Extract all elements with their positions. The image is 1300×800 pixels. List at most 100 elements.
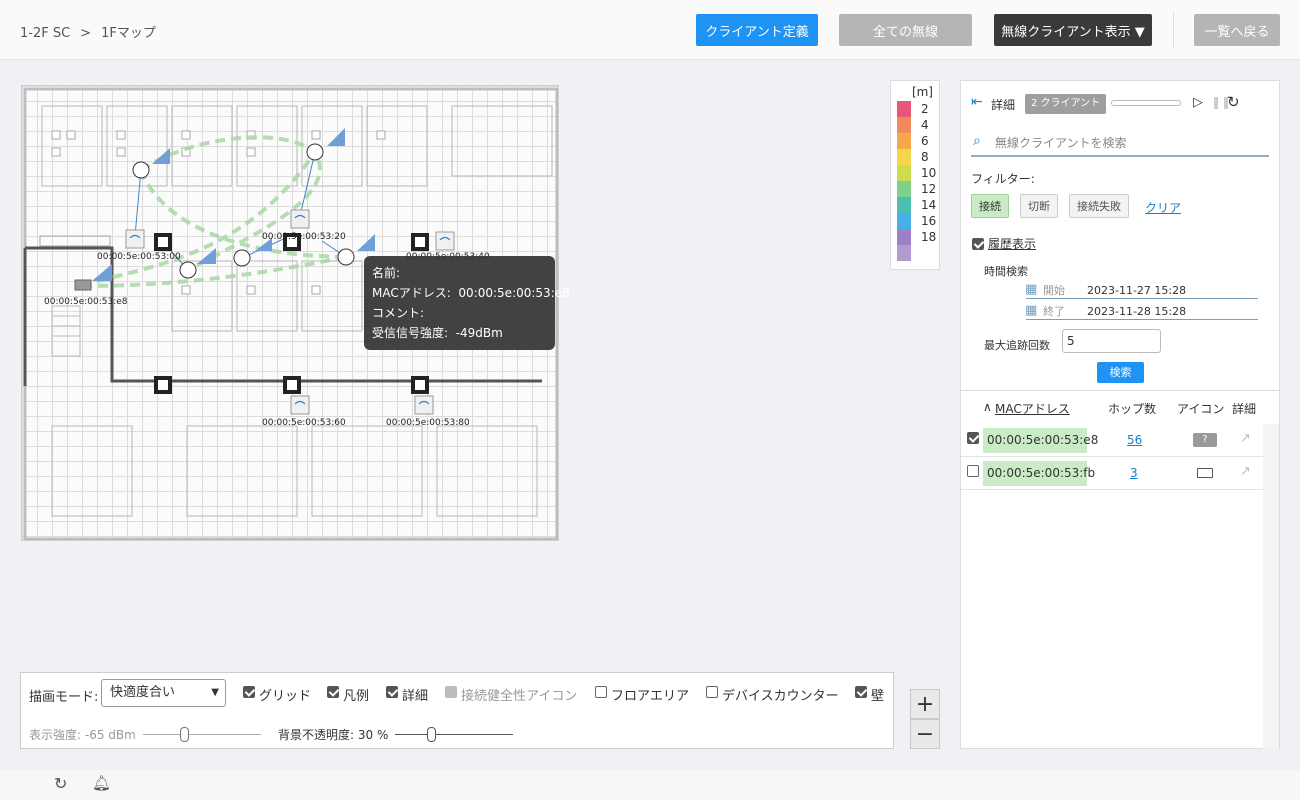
header-divider (1173, 12, 1174, 48)
legend-label: 18 (921, 230, 937, 244)
draw-mode-label: 描画モード: (29, 690, 99, 705)
legend-label: 14 (921, 198, 937, 212)
all-wireless-button[interactable]: 全ての無線 (839, 14, 972, 46)
client-count-badge: 2 クライアント (1025, 94, 1107, 114)
strength-slider-thumb[interactable] (180, 727, 189, 742)
grid-label[interactable]: グリッド (259, 685, 311, 704)
opacity-slider-track[interactable] (395, 734, 513, 735)
filter-label: フィルター: (971, 172, 1035, 186)
start-date-input[interactable]: 2023-11-27 15:28 (1087, 284, 1186, 297)
legend-toggle-label[interactable]: 凡例 (343, 685, 369, 704)
search-input[interactable]: 無線クライアントを検索 (995, 134, 1127, 151)
calendar-icon[interactable]: ▦ (1025, 303, 1037, 318)
end-date-input[interactable]: 2023-11-28 15:28 (1087, 305, 1186, 318)
map-controls-bar: 描画モード: 快適度合い ▼ グリッド 凡例 詳細 接続健全性アイコン フロアエ… (20, 672, 894, 749)
laptop-icon (1197, 468, 1213, 478)
reload-icon[interactable]: ↻ (54, 774, 67, 793)
zoom-out-button[interactable]: − (910, 719, 940, 749)
external-link-icon[interactable]: ↗ (1240, 464, 1251, 479)
breadcrumb-site[interactable]: 1-2F SC (20, 26, 70, 41)
row-hops-link[interactable]: 3 (1130, 466, 1138, 480)
tooltip-rssi-label: 受信信号強度: (372, 326, 449, 340)
legend-checkbox[interactable] (327, 686, 339, 698)
row-checkbox[interactable] (967, 432, 979, 444)
filter-fail-chip[interactable]: 接続失敗 (1069, 194, 1129, 218)
end-date-underline (1026, 319, 1258, 320)
client-label: 00:00:5e:00:53:e8 (44, 297, 128, 307)
filter-clear-link[interactable]: クリア (1145, 199, 1181, 216)
grid-checkbox[interactable] (243, 686, 255, 698)
zoom-in-button[interactable]: + (910, 689, 940, 719)
mac-column-header[interactable]: MACアドレス (995, 400, 1070, 417)
breadcrumb-floor: 1Fマップ (101, 26, 156, 41)
wall-checkbox[interactable] (855, 686, 867, 698)
unknown-device-icon: ? (1193, 433, 1217, 447)
client-detail-panel: ⇤ 詳細 2 クライアント ▷ ❚❚ ↻ ⌕ 無線クライアントを検索 フィルター… (960, 80, 1280, 749)
floor-area-checkbox[interactable] (595, 686, 607, 698)
legend-swatch (897, 133, 911, 149)
max-trace-input[interactable]: 5 (1062, 329, 1161, 353)
top-bar: 1-2F SC >1Fマップ クライアント定義 全ての無線 無線クライアント表示 … (0, 0, 1300, 60)
distance-legend: [m] 2 4 6 8 10 12 14 16 18 (890, 80, 940, 270)
play-icon[interactable]: ▷ (1193, 95, 1203, 110)
legend-swatch (897, 165, 911, 181)
mac-sort-icon[interactable]: ∧ (983, 400, 992, 414)
refresh-icon[interactable]: ↻ (1227, 93, 1240, 111)
wall-label[interactable]: 壁 (871, 685, 884, 704)
search-box[interactable]: ⌕ 無線クライアントを検索 (971, 131, 1269, 157)
start-label: 開始 (1043, 284, 1065, 297)
client-definition-button[interactable]: クライアント定義 (696, 14, 818, 46)
legend-swatch (897, 229, 911, 245)
external-link-icon[interactable]: ↗ (1240, 431, 1251, 446)
max-trace-label: 最大追跡回数 (984, 339, 1050, 352)
ap-label: 00:00:5e:00:53:20 (262, 232, 346, 242)
legend-swatch (897, 197, 911, 213)
table-scrollbar[interactable] (1263, 424, 1279, 749)
legend-swatch (897, 181, 911, 197)
row-hops-link[interactable]: 56 (1127, 433, 1142, 447)
legend-label: 4 (921, 118, 929, 132)
collapse-panel-icon[interactable]: ⇤ (971, 94, 983, 110)
history-checkbox[interactable] (972, 235, 984, 254)
tooltip-rssi-value: -49dBm (455, 326, 503, 340)
tooltip-mac-label: MACアドレス: (372, 286, 451, 300)
filter-connect-chip[interactable]: 接続 (971, 194, 1009, 218)
hops-column-header: ホップ数 (1108, 402, 1157, 416)
device-counter-checkbox[interactable] (706, 686, 718, 698)
floor-area-label[interactable]: フロアエリア (611, 685, 689, 704)
wireless-client-display-dropdown[interactable]: 無線クライアント表示 ▼ (994, 14, 1152, 46)
row-checkbox[interactable] (967, 465, 979, 477)
legend-label: 8 (921, 150, 929, 164)
search-button[interactable]: 検索 (1097, 362, 1144, 383)
detail-toggle-label[interactable]: 詳細 (402, 685, 428, 704)
display-strength-label: 表示強度: -65 dBm (29, 728, 136, 742)
detail-column-header: 詳細 (1232, 402, 1257, 416)
ap-label: 00:00:5e:00:53:00 (97, 252, 181, 262)
filter-disconnect-chip[interactable]: 切断 (1020, 194, 1058, 218)
legend-swatch (897, 149, 911, 165)
ap-label: 00:00:5e:00:53:60 (262, 418, 346, 428)
legend-unit: [m] (911, 85, 933, 99)
history-label[interactable]: 履歴表示 (988, 235, 1036, 252)
back-to-list-button[interactable]: 一覧へ戻る (1194, 14, 1280, 46)
health-icon-label: 接続健全性アイコン (461, 689, 578, 704)
detail-checkbox[interactable] (386, 686, 398, 698)
bell-icon[interactable]: 🔔︎ (92, 774, 111, 792)
draw-mode-select[interactable]: 快適度合い ▼ (101, 679, 226, 707)
start-date-underline (1026, 298, 1258, 299)
ap-label: 00:00:5e:00:53:80 (386, 418, 470, 428)
row-mac: 00:00:5e:00:53:e8 (983, 428, 1098, 453)
table-row[interactable]: 00:00:5e:00:53:e8 56 ? ↗ (961, 424, 1263, 457)
breadcrumb: 1-2F SC >1Fマップ (20, 22, 156, 41)
device-counter-label[interactable]: デバイスカウンター (722, 685, 839, 704)
table-row[interactable]: 00:00:5e:00:53:fb 3 ↗ (961, 457, 1263, 490)
strength-slider-track[interactable] (143, 734, 261, 735)
opacity-slider-thumb[interactable] (427, 727, 436, 742)
legend-label: 2 (921, 102, 929, 116)
calendar-icon[interactable]: ▦ (1025, 282, 1037, 297)
time-search-label: 時間検索 (984, 265, 1028, 278)
tooltip-name-label: 名前: (372, 266, 401, 280)
row-mac: 00:00:5e:00:53:fb (983, 461, 1095, 486)
status-bar: ↻ 🔔︎ (0, 770, 1300, 800)
playback-progress[interactable] (1111, 100, 1181, 106)
